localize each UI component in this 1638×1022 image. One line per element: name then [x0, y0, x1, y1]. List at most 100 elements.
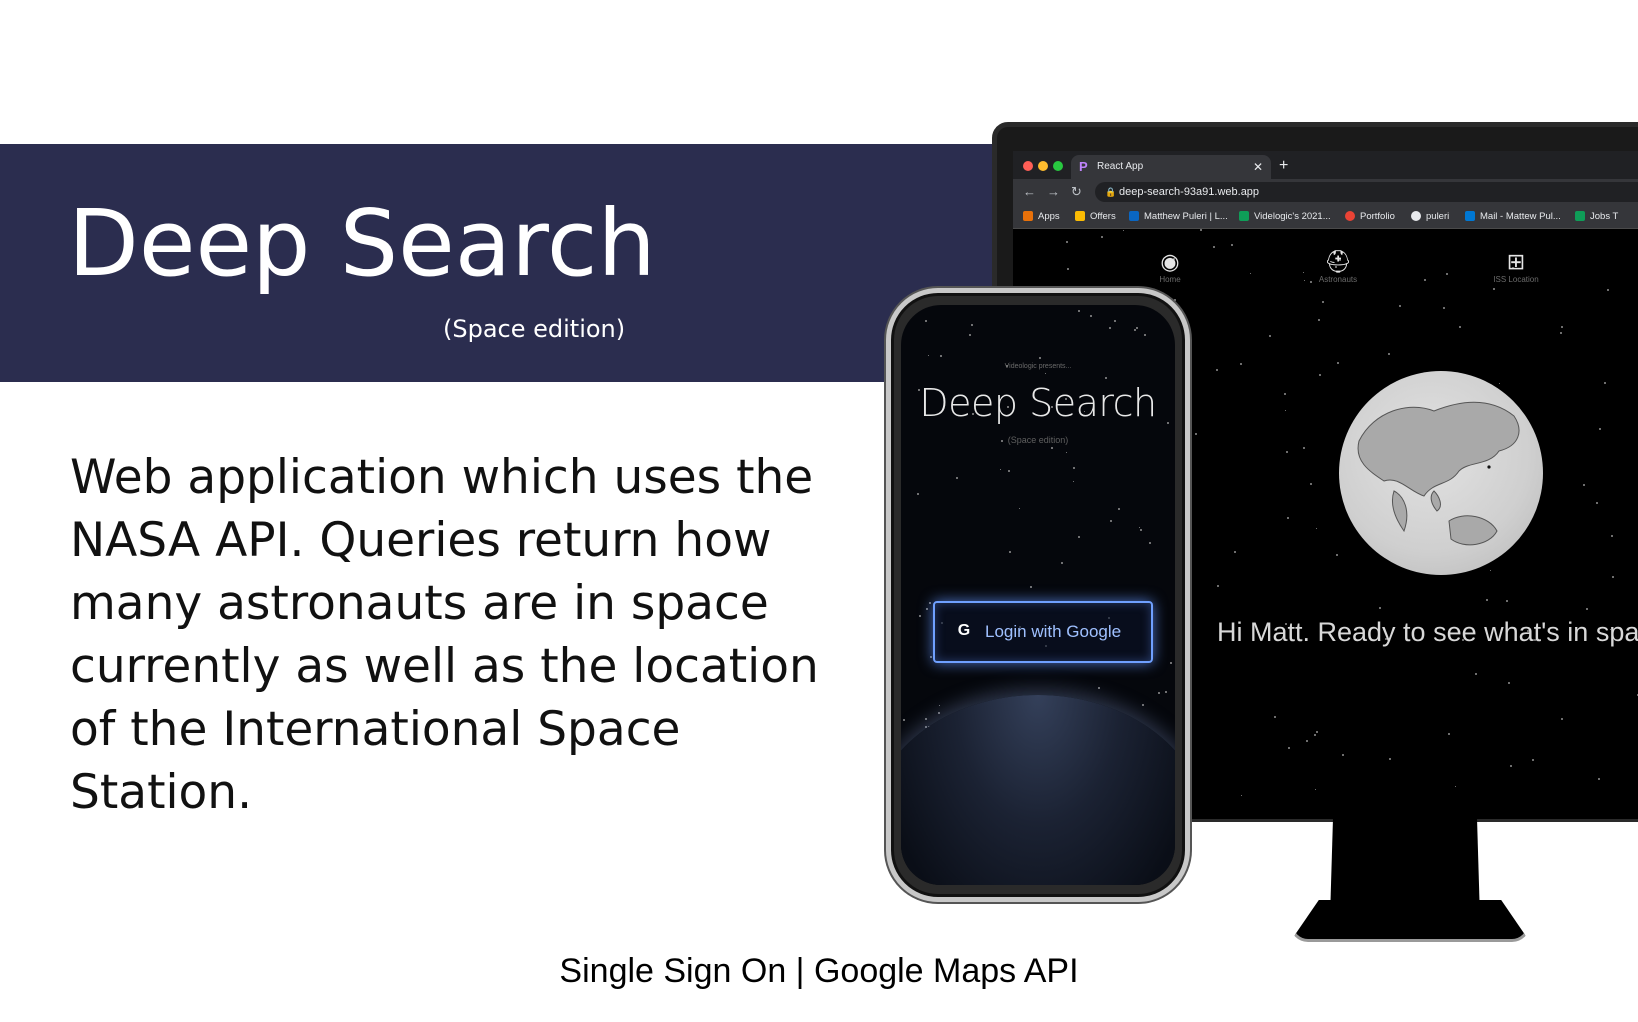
- star-dot: [1191, 673, 1192, 674]
- phone-screen: Videologic presents... Deep Search (Spac…: [901, 305, 1175, 885]
- greeting-text: Hi Matt. Ready to see what's in spac: [1217, 617, 1638, 647]
- nav-astronauts[interactable]: ⛑ Astronauts: [1293, 249, 1383, 284]
- star-dot: [1105, 377, 1107, 379]
- google-g-icon: G: [957, 622, 971, 639]
- browser-tab[interactable]: P React App ✕: [1071, 155, 1271, 179]
- iss-marker: [1487, 465, 1491, 469]
- star-dot: [1284, 393, 1286, 395]
- lock-icon: 🔒: [1105, 187, 1117, 197]
- bookmark-mail[interactable]: Mail - Mattew Pul...: [1465, 205, 1561, 228]
- bookmark-linkedin[interactable]: Matthew Puleri | L...: [1129, 205, 1228, 228]
- nav-astronauts-label: Astronauts: [1318, 275, 1358, 284]
- monitor-stand-base: [1290, 900, 1530, 942]
- star-dot: [1399, 305, 1401, 307]
- star-dot: [1599, 428, 1601, 430]
- star-dot: [1061, 562, 1063, 564]
- bookmark-github[interactable]: puleri: [1411, 205, 1449, 228]
- star-dot: [929, 602, 931, 604]
- star-dot: [1274, 716, 1276, 718]
- star-dot: [1019, 508, 1020, 509]
- satellite-icon: ⊞: [1506, 249, 1526, 274]
- star-dot: [1612, 576, 1614, 578]
- bookmark-offers[interactable]: Offers: [1075, 205, 1116, 228]
- bookmarks-bar: Apps Offers Matthew Puleri | L... Videlo…: [1013, 205, 1638, 229]
- nav-iss-location[interactable]: ⊞ ISS Location: [1471, 249, 1561, 284]
- tab-title: React App: [1097, 161, 1144, 172]
- login-with-google-button[interactable]: G Login with Google: [933, 601, 1153, 663]
- star-dot: [1561, 718, 1563, 720]
- maximize-window-dot[interactable]: [1053, 161, 1063, 171]
- star-dot: [1379, 607, 1381, 609]
- github-icon: [1411, 211, 1421, 222]
- nav-iss-location-label: ISS Location: [1493, 275, 1539, 284]
- star-dot: [1067, 268, 1069, 270]
- bookmark-apps[interactable]: Apps: [1023, 205, 1060, 228]
- star-dot: [1388, 353, 1390, 355]
- star-dot: [1151, 306, 1152, 307]
- star-dot: [1269, 335, 1271, 337]
- reload-icon[interactable]: ↻: [1071, 184, 1082, 200]
- slide-subtitle: (Space edition): [443, 315, 626, 343]
- login-button-label: Login with Google: [985, 622, 1122, 641]
- star-dot: [1306, 740, 1308, 742]
- star-dot: [1561, 326, 1563, 328]
- linkedin-icon: [1129, 211, 1139, 222]
- browser-address-bar: ← → ↻ 🔒 deep-search-93a91.web.app: [1013, 179, 1638, 205]
- star-dot: [1288, 747, 1290, 749]
- star-dot: [1303, 447, 1305, 449]
- star-dot: [1310, 483, 1312, 485]
- star-dot: [919, 615, 921, 617]
- bookmark-videlogic[interactable]: Videlogic's 2021...: [1239, 205, 1331, 228]
- apps-grid-icon: [1023, 211, 1033, 222]
- star-dot: [1114, 320, 1116, 322]
- slide-footer: Single Sign On | Google Maps API: [559, 952, 1079, 990]
- star-dot: [956, 477, 958, 479]
- close-tab-icon[interactable]: ✕: [1253, 155, 1263, 179]
- bookmark-jobs[interactable]: Jobs T: [1575, 205, 1618, 228]
- star-dot: [926, 608, 928, 610]
- star-dot: [1174, 299, 1176, 301]
- earth-globe[interactable]: [1339, 371, 1543, 575]
- url-field[interactable]: 🔒 deep-search-93a91.web.app: [1095, 182, 1638, 202]
- star-dot: [1134, 329, 1136, 331]
- star-dot: [1493, 288, 1495, 290]
- new-tab-icon[interactable]: +: [1279, 157, 1288, 175]
- outlook-icon: [1465, 211, 1475, 222]
- star-dot: [1139, 527, 1140, 528]
- star-dot: [925, 718, 927, 720]
- star-dot: [1231, 244, 1233, 246]
- nav-home[interactable]: ◉ Home: [1125, 249, 1215, 284]
- star-dot: [928, 355, 929, 356]
- star-dot: [1216, 369, 1218, 371]
- star-dot: [1200, 229, 1202, 231]
- star-dot: [1144, 334, 1146, 336]
- star-dot: [1250, 273, 1251, 274]
- star-dot: [930, 656, 932, 658]
- close-window-dot[interactable]: [1023, 161, 1033, 171]
- back-arrow-icon[interactable]: ←: [1023, 184, 1036, 199]
- star-dot: [1486, 599, 1488, 601]
- astronaut-icon: ⛑: [1324, 249, 1352, 274]
- portfolio-icon: [1345, 211, 1355, 222]
- star-dot: [1073, 467, 1075, 469]
- star-dot: [1136, 327, 1138, 329]
- planet-horizon: [901, 695, 1175, 885]
- star-dot: [1051, 447, 1053, 449]
- forward-arrow-icon[interactable]: →: [1047, 184, 1060, 199]
- star-dot: [1110, 520, 1112, 522]
- star-dot: [1009, 551, 1011, 553]
- minimize-window-dot[interactable]: [1038, 161, 1048, 171]
- sheets-icon: [1575, 211, 1585, 222]
- star-dot: [1611, 535, 1613, 537]
- star-dot: [1586, 608, 1588, 610]
- bookmark-portfolio[interactable]: Portfolio: [1345, 205, 1395, 228]
- star-dot: [1583, 484, 1585, 486]
- star-dot: [939, 705, 940, 706]
- offers-icon: [1075, 211, 1085, 222]
- star-dot: [1336, 554, 1338, 556]
- star-dot: [1030, 586, 1032, 588]
- star-dot: [971, 324, 973, 326]
- star-dot: [1165, 691, 1167, 693]
- slide-title: Deep Search: [68, 190, 656, 297]
- phone-presents-text: Videologic presents...: [1004, 363, 1072, 370]
